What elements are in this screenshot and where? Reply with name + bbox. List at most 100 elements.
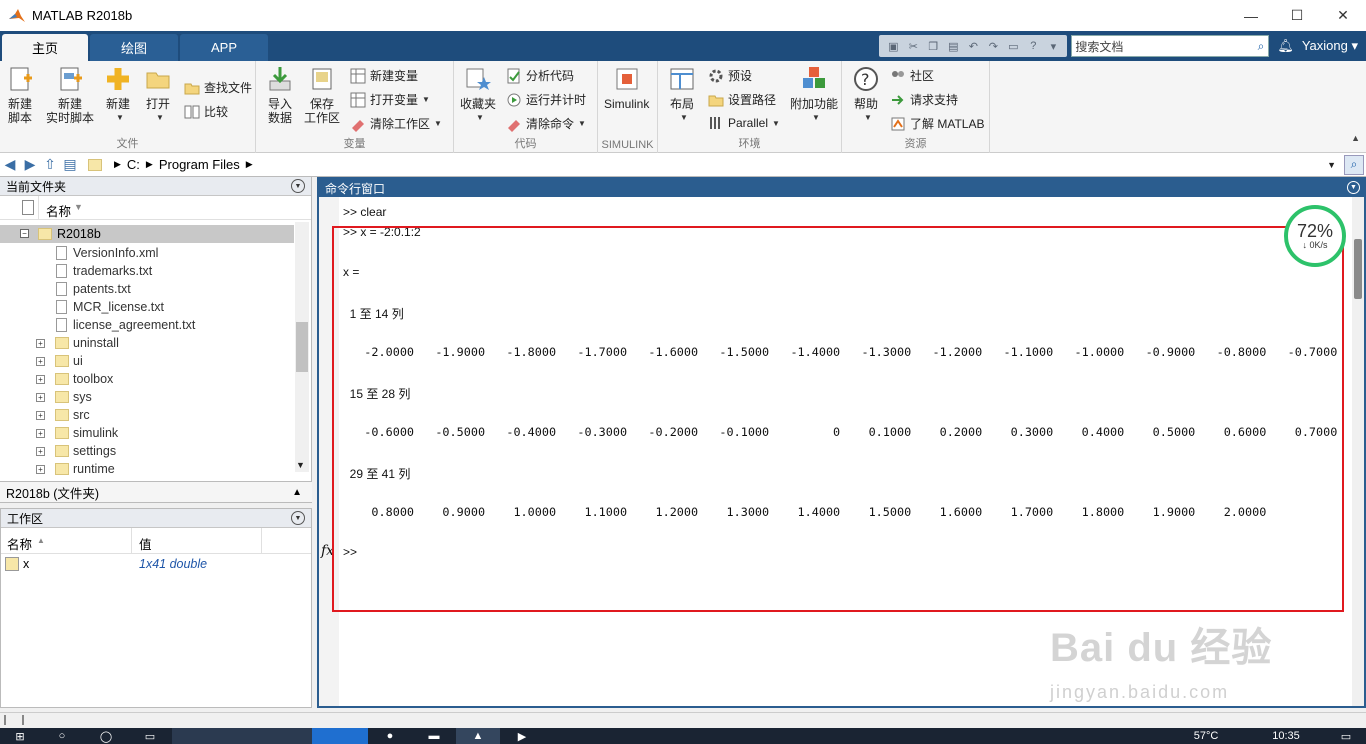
collapse-icon[interactable]: − [20,229,29,238]
back-arrow-icon[interactable]: ◀ [0,155,20,175]
tree-folder-item[interactable]: + src [0,406,292,424]
minimize-button[interactable]: — [1228,0,1274,31]
user-account[interactable]: Yaxiong ▾ [1302,38,1358,54]
scrollbar-thumb[interactable] [1354,239,1362,299]
undo-icon[interactable]: ↶ [965,38,981,54]
taskbar-app-matlab-icon[interactable]: ▲ [456,728,500,744]
favorites-button[interactable]: 收藏夹 ▼ [460,65,496,125]
tree-file-item[interactable]: VersionInfo.xml [0,244,292,262]
request-support-button[interactable]: 请求支持 [890,91,958,108]
tree-folder-item[interactable]: + settings [0,442,292,460]
taskbar-app-green-icon[interactable]: ● [368,728,412,744]
search-icon[interactable]: ⌕ [1258,39,1265,54]
tree-file-item[interactable]: trademarks.txt [0,262,292,280]
expand-icon[interactable]: + [36,464,45,474]
expand-icon[interactable]: + [36,392,45,402]
layout-button[interactable]: 布局 ▼ [668,65,696,125]
import-data-button[interactable]: 导入 数据 [266,65,294,125]
tree-item-root[interactable]: − R2018b [0,225,294,243]
find-files-button[interactable]: 查找文件 [184,79,252,96]
function-browser-icon[interactable]: fx [321,543,334,559]
chevron-up-icon[interactable]: ▲ [292,487,302,498]
maximize-button[interactable]: ☐ [1274,0,1320,31]
search-folder-icon[interactable]: ⌕ [1344,154,1364,175]
set-path-button[interactable]: 设置路径 [708,91,776,108]
help-button[interactable]: ? 帮助 ▼ [852,65,880,125]
new-script-button[interactable]: 新建 脚本 [6,65,34,125]
current-folder-column-header[interactable]: 名称 ▼ [0,196,311,220]
cut-icon[interactable]: ✂ [905,38,921,54]
notifications-icon[interactable]: ▭ [1326,728,1366,744]
redo-icon[interactable]: ↷ [985,38,1001,54]
collapse-ribbon-icon[interactable]: ▲ [1351,133,1360,143]
tree-folder-item[interactable]: + toolbox [0,370,292,388]
close-button[interactable]: ✕ [1320,0,1366,31]
scrollbar-thumb[interactable] [296,322,308,372]
expand-icon[interactable]: + [36,410,45,420]
copy-icon[interactable]: ❐ [925,38,941,54]
parallel-button[interactable]: Parallel ▼ [708,115,780,131]
tab-apps[interactable]: APP [180,34,268,61]
folder-scrollbar[interactable]: ▼ [295,222,309,472]
pane-menu-icon[interactable]: ▼ [291,179,305,193]
open-variable-button[interactable]: 打开变量 ▼ [350,91,430,108]
tree-folder-item[interactable]: + sys [0,388,292,406]
switch-windows-icon[interactable]: ▭ [1005,38,1021,54]
tree-folder-item[interactable]: + runtime [0,460,292,478]
task-view-icon[interactable]: ▭ [128,728,172,744]
scroll-down-icon[interactable]: ▼ [296,460,305,470]
workspace-row[interactable]: x 1x41 double [1,554,311,574]
forward-arrow-icon[interactable]: ▶ [20,155,40,175]
preferences-button[interactable]: 预设 [708,67,752,84]
new-live-script-button[interactable]: 新建 实时脚本 [46,65,94,125]
notification-bell-icon[interactable]: 🔔︎ [1277,38,1294,54]
workspace-col-value[interactable]: 值 [139,534,152,553]
tree-file-item[interactable]: patents.txt [0,280,292,298]
breadcrumb-folder[interactable]: Program Files [159,157,240,172]
expand-icon[interactable]: + [36,356,45,366]
tree-folder-item[interactable]: + simulink [0,424,292,442]
expand-icon[interactable]: + [36,446,45,456]
save-workspace-button[interactable]: 保存 工作区 [304,65,340,125]
tree-folder-item[interactable]: + uninstall [0,334,292,352]
simulink-button[interactable]: Simulink [604,65,649,111]
cortana-icon[interactable]: ◯ [84,728,128,744]
taskbar-app-player-icon[interactable]: ▶ [500,728,544,744]
analyze-code-button[interactable]: 分析代码 [506,67,574,84]
up-folder-icon[interactable]: ⇧ [40,155,60,175]
tray-clock[interactable]: 10:35 [1246,728,1326,744]
help-icon[interactable]: ? [1025,38,1041,54]
run-and-time-button[interactable]: 运行并计时 [506,91,586,108]
clear-commands-button[interactable]: 清除命令 ▼ [506,115,586,132]
search-documentation-input[interactable]: 搜索文档 ⌕ [1071,35,1270,57]
save-icon[interactable]: ▣ [885,38,901,54]
workspace-col-name[interactable]: 名称 [7,534,32,553]
browse-folder-icon[interactable]: ▤ [60,155,80,175]
expand-icon[interactable]: + [36,374,45,384]
pane-menu-icon[interactable]: ▼ [1347,181,1360,194]
windows-start-icon[interactable]: ⊞ [0,728,40,744]
tree-file-item[interactable]: MCR_license.txt [0,298,292,316]
open-button[interactable]: 打开 ▼ [144,65,172,125]
taskbar-app-folder-icon[interactable]: ▬ [412,728,456,744]
tree-folder-item[interactable]: + ui [0,352,292,370]
new-variable-button[interactable]: 新建变量 [350,67,418,84]
clear-workspace-button[interactable]: 清除工作区 ▼ [350,115,442,132]
new-button[interactable]: 新建 ▼ [104,65,132,125]
community-button[interactable]: 社区 [890,67,934,84]
expand-icon[interactable]: + [36,338,45,348]
paste-icon[interactable]: ▤ [945,38,961,54]
taskbar-app-browser[interactable] [172,728,312,744]
expand-icon[interactable]: + [36,428,45,438]
tab-plots[interactable]: 绘图 [90,34,178,61]
folder-details-bar[interactable]: R2018b (文件夹) ▲ [0,481,312,503]
breadcrumb-drive[interactable]: C: [127,157,140,172]
learn-matlab-button[interactable]: 了解 MATLAB [890,115,984,132]
pane-menu-icon[interactable]: ▼ [291,511,305,525]
add-ons-button[interactable]: 附加功能 ▼ [790,65,838,125]
command-window-scrollbar[interactable] [1352,197,1364,706]
dropdown-icon[interactable]: ▾ [1045,38,1061,54]
taskbar-app-input[interactable] [312,728,368,744]
address-dropdown-icon[interactable]: ▼ [1327,160,1336,170]
tree-file-item[interactable]: license_agreement.txt [0,316,292,334]
